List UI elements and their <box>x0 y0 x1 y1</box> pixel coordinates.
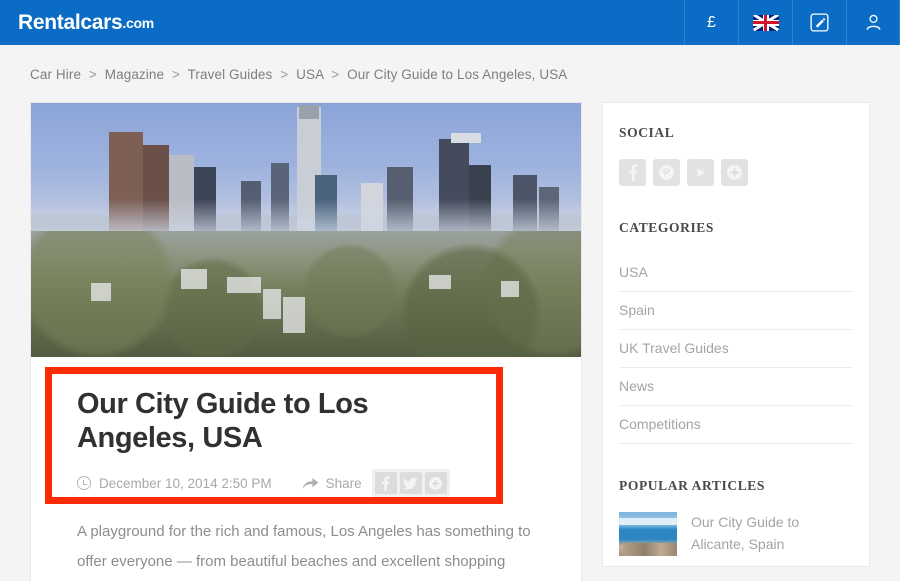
sidebar-item-news[interactable]: News <box>619 368 853 406</box>
category-list: USA Spain UK Travel Guides News Competit… <box>619 254 853 444</box>
sidebar-item-usa[interactable]: USA <box>619 254 853 292</box>
breadcrumb-separator: > <box>88 67 97 82</box>
sidebar-item-spain[interactable]: Spain <box>619 292 853 330</box>
sidebar: SOCIAL CATEGORIES USA Spain UK Travel Gu… <box>602 102 870 567</box>
sidebar-item-uk-travel-guides[interactable]: UK Travel Guides <box>619 330 853 368</box>
article-hero-image <box>31 103 581 357</box>
person-icon <box>866 14 880 30</box>
sidebar-item-competitions[interactable]: Competitions <box>619 406 853 444</box>
share-controls: Share <box>302 469 450 498</box>
breadcrumb: Car Hire > Magazine > Travel Guides > US… <box>0 45 900 82</box>
page-content: Our City Guide to Los Angeles, USA Decem… <box>0 82 900 581</box>
header-actions: £ <box>684 0 900 45</box>
hero-cityscape <box>31 231 581 357</box>
language-selector[interactable] <box>738 0 792 45</box>
breadcrumb-item-car-hire[interactable]: Car Hire <box>30 67 81 82</box>
currency-label: £ <box>707 13 716 31</box>
breadcrumb-separator: > <box>171 67 180 82</box>
list-item[interactable]: Our City Guide to Alicante, Spain <box>619 512 853 556</box>
social-facebook-icon[interactable] <box>619 159 646 186</box>
breadcrumb-item-magazine[interactable]: Magazine <box>105 67 164 82</box>
breadcrumb-item-current: Our City Guide to Los Angeles, USA <box>347 67 568 82</box>
share-label: Share <box>325 475 362 491</box>
sidebar-heading-popular-articles: POPULAR ARTICLES <box>619 478 766 493</box>
logo-text: Rentalcars <box>18 10 123 34</box>
breadcrumb-item-usa[interactable]: USA <box>296 67 323 82</box>
sidebar-heading-social: SOCIAL <box>619 125 675 140</box>
account-button[interactable] <box>846 0 900 45</box>
hero-haze <box>31 199 581 235</box>
breadcrumb-separator: > <box>280 67 289 82</box>
share-twitter-icon[interactable] <box>399 472 422 495</box>
sidebar-heading-categories: CATEGORIES <box>619 220 715 235</box>
article-header: Our City Guide to Los Angeles, USA Decem… <box>31 357 581 517</box>
publish-date: December 10, 2014 2:50 PM <box>99 475 272 491</box>
share-facebook-icon[interactable] <box>374 472 397 495</box>
social-pinterest-icon[interactable] <box>653 159 680 186</box>
popular-article-title[interactable]: Our City Guide to Alicante, Spain <box>691 512 831 555</box>
site-logo[interactable]: Rentalcars .com <box>0 0 154 45</box>
breadcrumb-separator: > <box>331 67 340 82</box>
clock-icon <box>77 476 91 491</box>
share-googleplus-icon[interactable] <box>424 472 447 495</box>
article-meta: December 10, 2014 2:50 PM Share <box>77 469 537 498</box>
site-header: Rentalcars .com £ <box>0 0 900 45</box>
uk-flag-icon <box>752 14 779 31</box>
manage-booking-button[interactable] <box>792 0 846 45</box>
currency-selector[interactable]: £ <box>684 0 738 45</box>
article-body: A playground for the rich and famous, Lo… <box>31 517 581 581</box>
pencil-square-icon <box>810 13 829 32</box>
breadcrumb-item-travel-guides[interactable]: Travel Guides <box>188 67 273 82</box>
social-googleplus-icon[interactable] <box>721 159 748 186</box>
page-title: Our City Guide to Los Angeles, USA <box>77 388 369 455</box>
social-youtube-icon[interactable] <box>687 159 714 186</box>
share-arrow-icon <box>302 477 319 490</box>
hero-building-top <box>451 133 481 143</box>
popular-article-thumbnail <box>619 512 677 556</box>
hero-tower-crown <box>299 105 319 119</box>
logo-suffix: .com <box>122 14 154 31</box>
article-card: Our City Guide to Los Angeles, USA Decem… <box>30 102 582 581</box>
article-paragraph: A playground for the rich and famous, Lo… <box>77 523 531 570</box>
social-links <box>619 159 853 186</box>
share-buttons <box>371 469 450 498</box>
